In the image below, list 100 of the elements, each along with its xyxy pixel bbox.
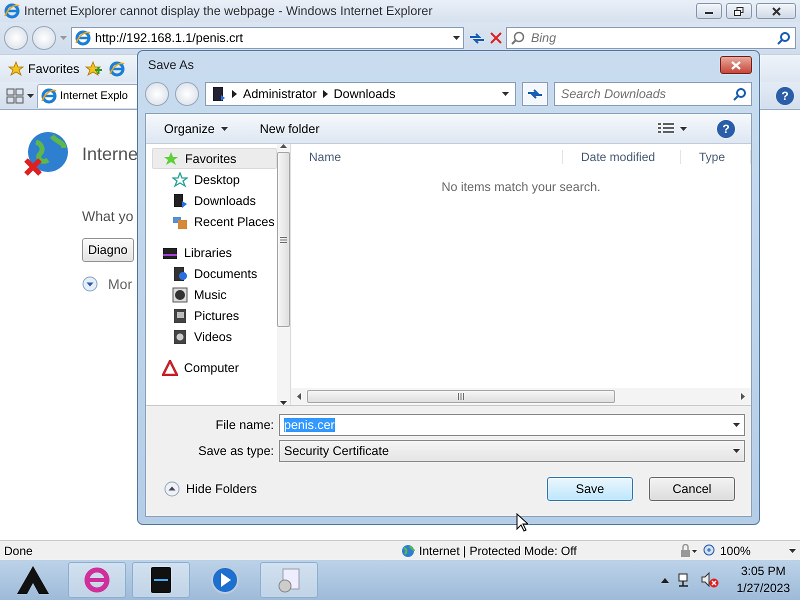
minimize-button[interactable] bbox=[696, 3, 722, 19]
stop-icon[interactable] bbox=[490, 32, 502, 44]
help-button[interactable]: ? bbox=[776, 86, 794, 104]
caret-icon[interactable] bbox=[453, 36, 460, 40]
address-field[interactable]: http://192.168.1.1/penis.crt bbox=[71, 27, 464, 49]
close-button[interactable] bbox=[720, 56, 752, 74]
security-zone-text: Internet | Protected Mode: Off bbox=[419, 544, 577, 558]
page-icon bbox=[41, 88, 57, 104]
vertical-scrollbar[interactable] bbox=[277, 144, 291, 405]
hide-folders-button[interactable]: Hide Folders bbox=[158, 480, 263, 498]
clock-date: 1/27/2023 bbox=[736, 580, 790, 597]
quick-tabs-icon[interactable] bbox=[6, 88, 24, 104]
empty-message: No items match your search. bbox=[440, 180, 602, 194]
caret-icon[interactable] bbox=[27, 94, 34, 98]
star-icon bbox=[172, 172, 188, 188]
add-favorite-icon[interactable] bbox=[85, 60, 104, 76]
muted-speaker-icon[interactable] bbox=[700, 572, 719, 588]
status-text: Done bbox=[4, 544, 34, 558]
nav-tree-item[interactable]: Favorites bbox=[152, 148, 277, 169]
computer-icon bbox=[162, 360, 178, 376]
refresh-icon bbox=[527, 88, 543, 100]
pictures-icon bbox=[172, 308, 188, 324]
magnifier-icon bbox=[511, 31, 525, 45]
nav-tree-item[interactable]: Recent Places bbox=[152, 211, 277, 232]
refresh-icon[interactable] bbox=[468, 31, 486, 45]
nav-tree-item[interactable]: Pictures bbox=[152, 305, 277, 326]
restore-icon bbox=[734, 6, 744, 16]
expand-icon[interactable] bbox=[82, 276, 98, 292]
download-folder-icon bbox=[172, 192, 188, 208]
dialog-title: Save As bbox=[147, 58, 195, 72]
error-heading: Interne bbox=[82, 144, 138, 164]
star-icon bbox=[163, 150, 179, 166]
grip-icon bbox=[280, 236, 287, 242]
new-folder-button[interactable]: New folder bbox=[258, 120, 322, 138]
close-icon bbox=[731, 60, 741, 70]
organize-menu[interactable]: Organize bbox=[162, 120, 230, 138]
search-field[interactable]: Search Downloads bbox=[554, 82, 752, 106]
breadcrumb-bar[interactable]: Administrator Downloads bbox=[205, 82, 516, 106]
restore-button[interactable] bbox=[726, 3, 752, 19]
taskbar-browser-button[interactable] bbox=[68, 562, 126, 598]
field-label: Save as type: bbox=[197, 444, 274, 458]
caret-icon[interactable] bbox=[789, 548, 796, 552]
search-field[interactable]: Bing bbox=[506, 27, 796, 49]
caret-icon bbox=[680, 126, 687, 130]
list-view-icon bbox=[658, 122, 674, 134]
caret-icon[interactable] bbox=[502, 92, 509, 96]
scroll-left-icon[interactable] bbox=[297, 393, 301, 400]
nav-tree-item[interactable]: Computer bbox=[152, 357, 277, 378]
browser-logo-icon bbox=[83, 566, 111, 594]
nav-tree-item[interactable]: Downloads bbox=[152, 190, 277, 211]
nav-tree-item[interactable]: Music bbox=[152, 284, 277, 305]
column-header[interactable]: Name bbox=[291, 150, 563, 164]
column-header[interactable]: Date modified bbox=[563, 150, 681, 164]
documents-icon bbox=[172, 266, 188, 282]
horizontal-scrollbar[interactable] bbox=[291, 388, 751, 405]
nav-tree-item[interactable]: Documents bbox=[152, 263, 277, 284]
close-icon bbox=[772, 6, 780, 16]
nav-tree-item[interactable]: Desktop bbox=[152, 169, 277, 190]
favorites-button[interactable]: Favorites bbox=[8, 60, 80, 76]
chevron-icon[interactable] bbox=[232, 90, 237, 98]
dialog-button[interactable]: Cancel bbox=[649, 477, 735, 501]
scroll-right-icon[interactable] bbox=[741, 393, 745, 400]
chevron-icon[interactable] bbox=[322, 90, 328, 98]
field-label: File name: bbox=[214, 418, 274, 432]
zoom-icon bbox=[703, 544, 717, 558]
page-icon bbox=[75, 30, 91, 46]
search-icon[interactable] bbox=[777, 31, 791, 45]
search-icon[interactable] bbox=[733, 87, 747, 101]
triangle-logo-icon bbox=[15, 564, 51, 596]
scroll-down-icon[interactable] bbox=[280, 401, 287, 405]
browser-logo-icon bbox=[4, 3, 20, 19]
save-type-dropdown[interactable]: Security Certificate bbox=[279, 440, 745, 462]
collapse-icon bbox=[164, 481, 180, 497]
refresh-button[interactable] bbox=[522, 82, 548, 106]
error-text: What yo bbox=[82, 208, 134, 224]
page-icon[interactable] bbox=[109, 60, 126, 76]
drive-icon bbox=[212, 86, 226, 102]
close-button[interactable] bbox=[756, 3, 796, 19]
nav-tree-item[interactable]: Videos bbox=[152, 326, 277, 347]
diagnose-button[interactable]: Diagno bbox=[82, 238, 134, 262]
show-hidden-icon[interactable] bbox=[660, 578, 669, 582]
nav-tree-item[interactable]: Libraries bbox=[152, 242, 277, 263]
clock[interactable]: 3:05 PM 1/27/2023 bbox=[736, 563, 790, 597]
taskbar-drive-button[interactable] bbox=[132, 562, 190, 598]
dialog-button[interactable]: Save bbox=[547, 477, 633, 501]
drive-icon bbox=[148, 565, 174, 595]
window-title: Internet Explorer cannot display the webpage - Windows Internet Explorer bbox=[24, 4, 434, 18]
clock-time: 3:05 PM bbox=[740, 563, 786, 580]
scroll-thumb[interactable] bbox=[277, 152, 290, 327]
breadcrumb-item[interactable]: Administrator bbox=[243, 87, 317, 101]
column-header[interactable]: Type bbox=[681, 150, 751, 164]
scroll-thumb[interactable] bbox=[307, 390, 615, 403]
caret-icon bbox=[220, 126, 228, 130]
help-button[interactable]: ? bbox=[717, 120, 735, 138]
play-icon bbox=[210, 565, 240, 595]
zoom-button[interactable]: 100% bbox=[703, 544, 783, 558]
breadcrumb-item[interactable]: Downloads bbox=[334, 87, 396, 101]
caret-icon bbox=[733, 449, 740, 453]
more-info-link[interactable]: Mor bbox=[108, 276, 132, 292]
globe-icon bbox=[401, 544, 415, 558]
